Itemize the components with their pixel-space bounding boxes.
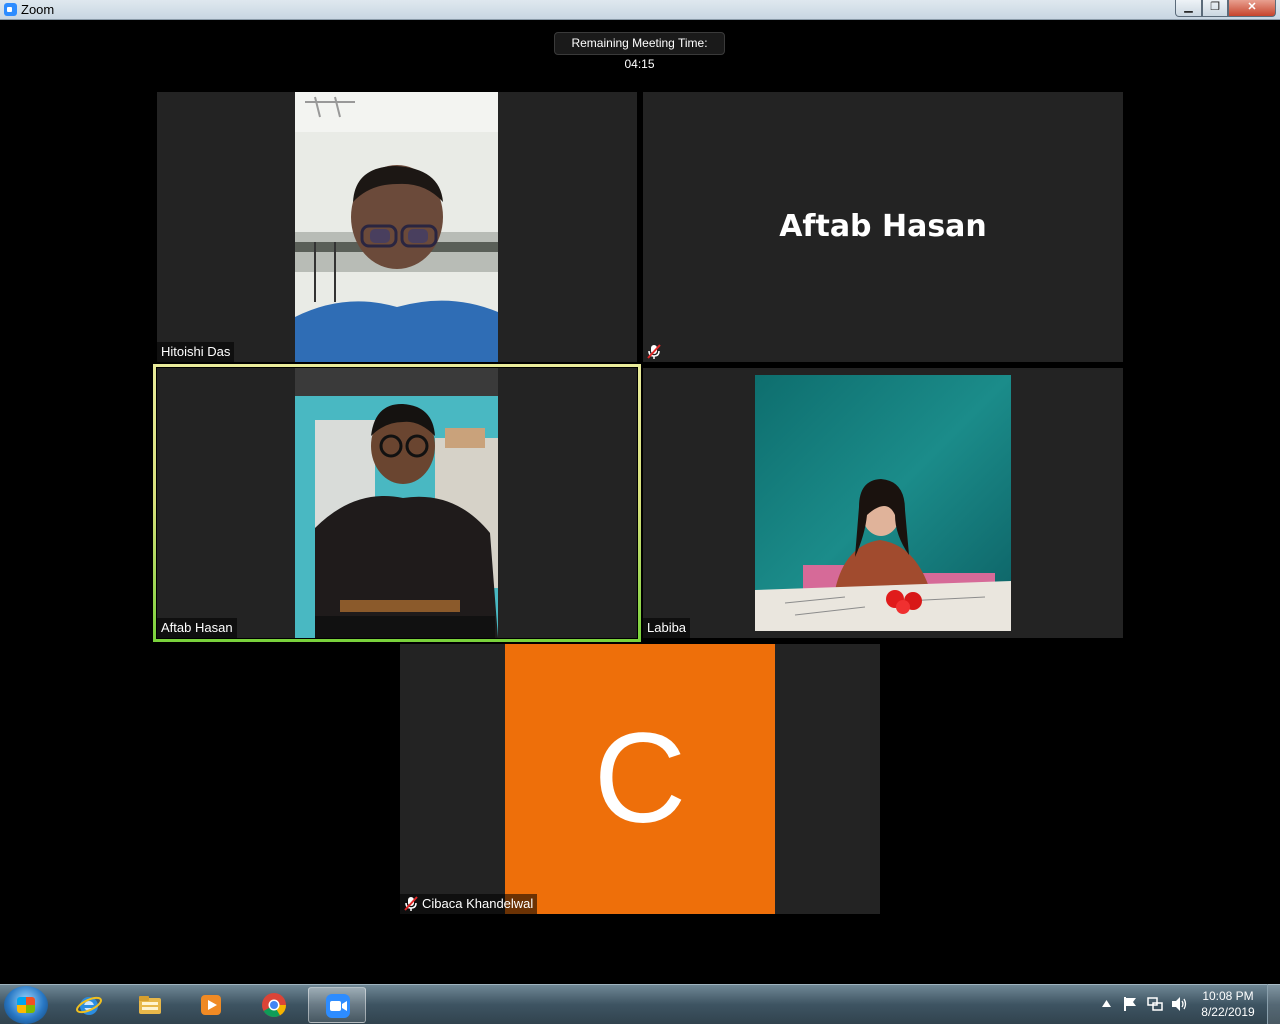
video-tile-label-area: Cibaca Khandelwal (400, 894, 538, 914)
avatar: C (505, 644, 775, 914)
clock-date: 8/22/2019 (1201, 1005, 1255, 1019)
maximize-button[interactable]: ❐ (1202, 0, 1228, 17)
minimize-button[interactable]: ▁ (1175, 0, 1202, 17)
window-title: Zoom (21, 2, 55, 17)
participant-display-name: Aftab Hasan (779, 209, 987, 244)
start-button[interactable] (4, 986, 48, 1024)
remaining-meeting-time: Remaining Meeting Time: 04:15 (554, 32, 725, 71)
zoom-icon (326, 994, 350, 1018)
network-icon[interactable] (1147, 996, 1163, 1012)
taskbar-chrome[interactable] (245, 987, 303, 1023)
participant-video (755, 375, 1011, 631)
tray-expand-icon[interactable] (1102, 1000, 1111, 1007)
taskbar-internet-explorer[interactable] (60, 987, 118, 1023)
taskbar-media-player[interactable] (182, 987, 240, 1023)
active-speaker-border (153, 364, 641, 642)
taskbar (0, 984, 1280, 1024)
clock-time: 10:08 PM (1202, 989, 1254, 1003)
media-player-icon (201, 995, 221, 1015)
file-explorer-icon (139, 996, 161, 1014)
close-button[interactable]: ✕ (1228, 0, 1276, 17)
participant-name: Labiba (643, 618, 691, 638)
zoom-app-icon (4, 3, 17, 16)
video-tile[interactable]: Labiba (643, 368, 1123, 638)
volume-icon[interactable] (1171, 996, 1187, 1012)
participant-video (295, 92, 498, 362)
chrome-icon (262, 993, 286, 1018)
taskbar-file-explorer[interactable] (121, 987, 179, 1023)
taskbar-zoom[interactable] (308, 987, 366, 1023)
participant-name: Hitoishi Das (157, 342, 235, 362)
participant-name-text: Cibaca Khandelwal (422, 896, 534, 911)
window-titlebar: Zoom ▁ ❐ ✕ (0, 0, 1280, 20)
taskbar-clock[interactable]: 10:08 PM 8/22/2019 (1196, 988, 1260, 1020)
microphone-muted-icon (404, 896, 418, 911)
action-center-flag-icon[interactable] (1123, 996, 1137, 1012)
show-desktop-button[interactable] (1267, 984, 1280, 1024)
microphone-muted-icon (647, 344, 661, 359)
internet-explorer-icon (76, 996, 102, 1015)
video-tile[interactable]: Aftab Hasan (643, 92, 1123, 362)
video-tile[interactable]: Hitoishi Das (157, 92, 637, 362)
participant-name: Cibaca Khandelwal (400, 894, 538, 914)
